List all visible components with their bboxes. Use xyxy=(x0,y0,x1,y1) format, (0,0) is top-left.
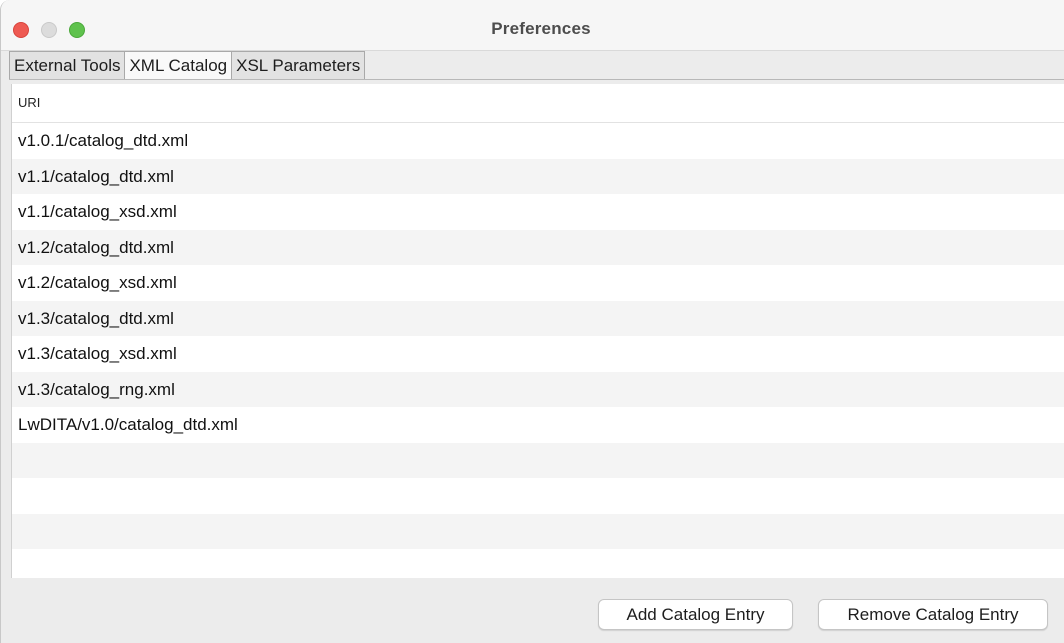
remove-catalog-entry-button[interactable]: Remove Catalog Entry xyxy=(818,599,1048,630)
empty-table-row xyxy=(12,478,1064,514)
button-bar: Add Catalog Entry Remove Catalog Entry xyxy=(1,578,1064,643)
tab-external-tools[interactable]: External Tools xyxy=(9,51,126,79)
catalog-table: URI v1.0.1/catalog_dtd.xml v1.1/catalog_… xyxy=(11,84,1064,578)
table-row[interactable]: v1.1/catalog_dtd.xml xyxy=(12,158,1064,194)
window-title: Preferences xyxy=(491,19,591,38)
tab-divider xyxy=(9,79,1064,80)
table-row[interactable]: v1.3/catalog_rng.xml xyxy=(12,371,1064,407)
empty-table-row xyxy=(12,513,1064,549)
preferences-window: Preferences External Tools XML Catalog X… xyxy=(0,0,1064,643)
title-bar: Preferences xyxy=(1,0,1064,51)
tab-bar: External Tools XML Catalog XSL Parameter… xyxy=(9,51,366,79)
table-row[interactable]: v1.3/catalog_dtd.xml xyxy=(12,300,1064,336)
add-catalog-entry-button[interactable]: Add Catalog Entry xyxy=(598,599,793,630)
table-row[interactable]: v1.0.1/catalog_dtd.xml xyxy=(12,123,1064,159)
table-row[interactable]: v1.2/catalog_dtd.xml xyxy=(12,229,1064,265)
tab-xml-catalog[interactable]: XML Catalog xyxy=(124,51,233,79)
empty-table-row xyxy=(12,442,1064,478)
column-header-uri[interactable]: URI xyxy=(12,84,1064,123)
table-row[interactable]: LwDITA/v1.0/catalog_dtd.xml xyxy=(12,407,1064,443)
table-row[interactable]: v1.3/catalog_xsd.xml xyxy=(12,336,1064,372)
table-row[interactable]: v1.2/catalog_xsd.xml xyxy=(12,265,1064,301)
table-row[interactable]: v1.1/catalog_xsd.xml xyxy=(12,194,1064,230)
tab-xsl-parameters[interactable]: XSL Parameters xyxy=(231,51,366,79)
